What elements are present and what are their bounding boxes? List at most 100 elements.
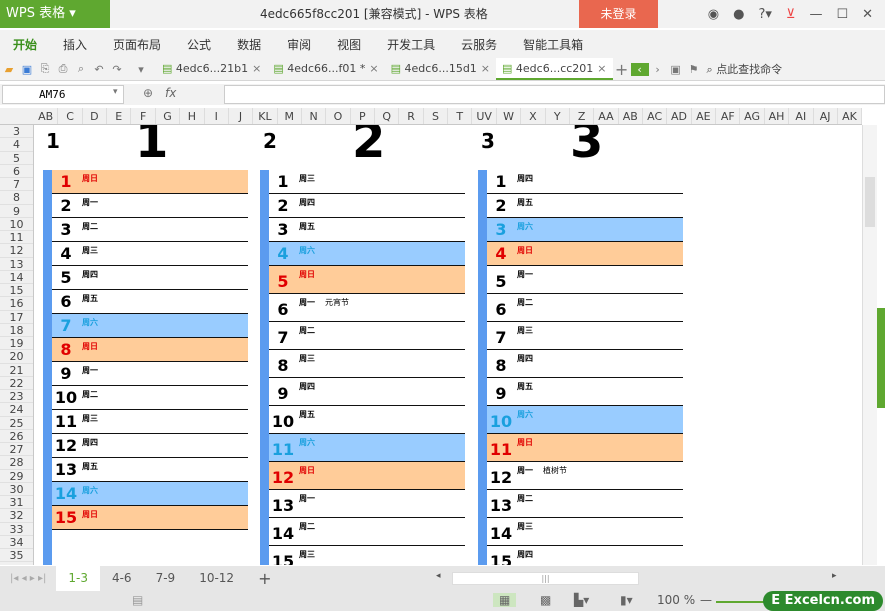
column-header[interactable]: E: [107, 108, 132, 124]
column-header[interactable]: C: [58, 108, 83, 124]
column-header[interactable]: Q: [375, 108, 400, 124]
row-header[interactable]: 17: [0, 311, 33, 324]
column-header[interactable]: M: [278, 108, 302, 124]
column-header[interactable]: T: [448, 108, 473, 124]
sheet-grid[interactable]: 1 1 1 周日 2 周一 3 周二 4 周三 5 周四 6 周五 7 周六 8 周日 9 周一 10 周二 11 周三 12 周…: [34, 125, 862, 565]
row-header[interactable]: 3: [0, 125, 33, 139]
normal-view-icon[interactable]: ▦: [493, 593, 517, 607]
column-header[interactable]: KL: [253, 108, 278, 124]
column-header[interactable]: G: [156, 108, 181, 124]
day-row[interactable]: 14 周二: [269, 518, 465, 546]
day-row[interactable]: 14 周六: [52, 482, 248, 506]
row-header[interactable]: 26: [0, 430, 33, 443]
day-row[interactable]: 7 周二: [269, 322, 465, 350]
close-tab-icon[interactable]: ×: [597, 62, 606, 75]
row-header[interactable]: 15: [0, 284, 33, 298]
document-tab[interactable]: ▤ 4edc66...f01 * ×: [267, 58, 384, 80]
column-header[interactable]: AA: [594, 108, 619, 124]
column-header[interactable]: N: [302, 108, 327, 124]
download-icon[interactable]: ⊻: [786, 7, 796, 22]
day-row[interactable]: 12 周一 植树节: [487, 462, 683, 490]
day-row[interactable]: 14 周三: [487, 518, 683, 546]
day-row[interactable]: 10 周六: [487, 406, 683, 434]
undo-icon[interactable]: ↶: [90, 63, 108, 76]
horizontal-scrollbar[interactable]: |||: [452, 572, 639, 585]
add-sheet-button[interactable]: +: [246, 566, 283, 591]
day-row[interactable]: 3 周二: [52, 218, 248, 242]
export-pdf-icon[interactable]: ⎘: [36, 62, 54, 76]
app-menu-button[interactable]: WPS 表格 ▾: [0, 0, 110, 28]
row-header[interactable]: 18: [0, 324, 33, 337]
day-row[interactable]: 5 周一: [487, 266, 683, 294]
menu-tab[interactable]: 开发工具: [374, 36, 448, 53]
row-header[interactable]: 16: [0, 297, 33, 311]
column-header[interactable]: AI: [789, 108, 814, 124]
column-header[interactable]: AG: [740, 108, 765, 124]
column-header[interactable]: AB: [34, 108, 59, 124]
day-row[interactable]: 7 周三: [487, 322, 683, 350]
row-header[interactable]: 5: [0, 152, 33, 165]
sheet-tab[interactable]: 1-3: [56, 566, 100, 591]
column-header[interactable]: UV: [472, 108, 497, 124]
zoom-out-button[interactable]: —: [700, 593, 712, 607]
day-row[interactable]: 4 周日: [487, 242, 683, 266]
row-header[interactable]: 6: [0, 165, 33, 178]
row-header[interactable]: 30: [0, 483, 33, 496]
zoom-level[interactable]: 100 %: [657, 593, 695, 607]
column-header[interactable]: Y: [546, 108, 570, 124]
day-row[interactable]: 5 周四: [52, 266, 248, 290]
document-tab[interactable]: ▤ 4edc6...cc201 ×: [496, 58, 613, 80]
menu-tab[interactable]: 云服务: [448, 36, 510, 53]
day-row[interactable]: 11 周日: [487, 434, 683, 462]
column-header[interactable]: H: [180, 108, 205, 124]
sheet-tab[interactable]: 4-6: [100, 566, 144, 591]
row-header[interactable]: 4: [0, 138, 33, 152]
present-icon[interactable]: ▣: [667, 63, 685, 76]
column-header[interactable]: AB: [619, 108, 643, 124]
fx-button[interactable]: fx: [165, 86, 176, 100]
zoom-formula-icon[interactable]: ⊕: [143, 86, 153, 100]
name-box[interactable]: AM76: [2, 85, 124, 104]
day-row[interactable]: 6 周五: [52, 290, 248, 314]
row-header[interactable]: 29: [0, 470, 33, 483]
save-icon[interactable]: ▣: [18, 63, 36, 76]
day-row[interactable]: 10 周五: [269, 406, 465, 434]
day-row[interactable]: 3 周六: [487, 218, 683, 242]
day-row[interactable]: 9 周四: [269, 378, 465, 406]
column-header[interactable]: AC: [643, 108, 668, 124]
row-header[interactable]: 12: [0, 244, 33, 258]
menu-tab[interactable]: 开始: [0, 36, 50, 53]
day-row[interactable]: 8 周四: [487, 350, 683, 378]
day-row[interactable]: 12 周四: [52, 434, 248, 458]
close-tab-icon[interactable]: ×: [369, 62, 378, 75]
document-tab[interactable]: ▤ 4edc6...21b1 ×: [156, 58, 267, 80]
day-row[interactable]: 5 周日: [269, 266, 465, 294]
row-header[interactable]: 10: [0, 218, 33, 231]
sheet-tab[interactable]: 10-12: [187, 566, 246, 591]
print-icon[interactable]: ⎙: [54, 62, 72, 76]
settings-icon[interactable]: ●: [733, 7, 744, 22]
column-header[interactable]: I: [205, 108, 229, 124]
maximize-button[interactable]: ☐: [836, 7, 848, 22]
sheet-nav-arrows[interactable]: |◂ ◂ ▸ ▸|: [0, 573, 56, 584]
menu-tab[interactable]: 审阅: [274, 36, 324, 53]
row-header[interactable]: 32: [0, 509, 33, 523]
page-break-view-icon[interactable]: ▩: [540, 593, 551, 607]
side-panel-toggle[interactable]: [877, 308, 885, 408]
row-header[interactable]: 28: [0, 456, 33, 470]
sheet-tab[interactable]: 7-9: [144, 566, 188, 591]
row-header[interactable]: 9: [0, 205, 33, 218]
search-command[interactable]: ⌕ 点此查找命令: [707, 61, 783, 77]
day-row[interactable]: 10 周二: [52, 386, 248, 410]
day-row[interactable]: 11 周六: [269, 434, 465, 462]
day-row[interactable]: 12 周日: [269, 462, 465, 490]
column-header[interactable]: AK: [838, 108, 863, 124]
vertical-scrollbar[interactable]: [862, 125, 877, 565]
sheet-list-icon[interactable]: ▤: [132, 593, 143, 607]
day-row[interactable]: 8 周日: [52, 338, 248, 362]
close-tab-icon[interactable]: ×: [252, 62, 261, 75]
column-header[interactable]: O: [326, 108, 351, 124]
print-preview-icon[interactable]: ⌕: [72, 62, 90, 76]
column-header[interactable]: J: [229, 108, 254, 124]
day-row[interactable]: 4 周六: [269, 242, 465, 266]
